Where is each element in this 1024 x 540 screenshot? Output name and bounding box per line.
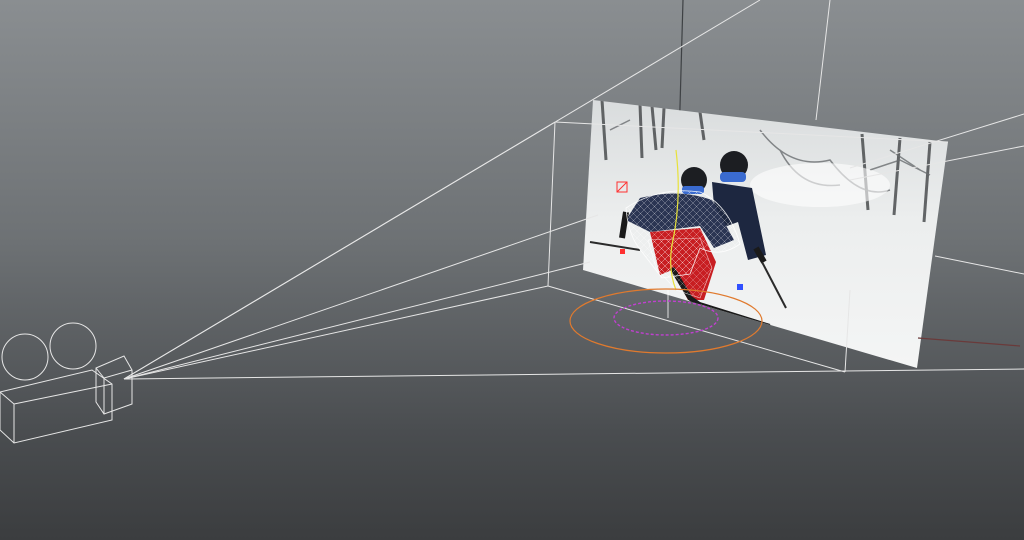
scene-canvas[interactable] bbox=[0, 0, 1024, 540]
vertical-guide-line bbox=[815, 0, 831, 121]
ground-control-ring-inner[interactable] bbox=[613, 300, 719, 336]
locator-blue[interactable] bbox=[737, 284, 743, 290]
ground-control-ring-outer[interactable] bbox=[569, 288, 763, 354]
axis-line bbox=[917, 337, 1021, 347]
locator-red-small[interactable] bbox=[620, 249, 625, 254]
movie-camera-icon[interactable] bbox=[0, 322, 133, 444]
3d-viewport[interactable] bbox=[0, 0, 1024, 540]
